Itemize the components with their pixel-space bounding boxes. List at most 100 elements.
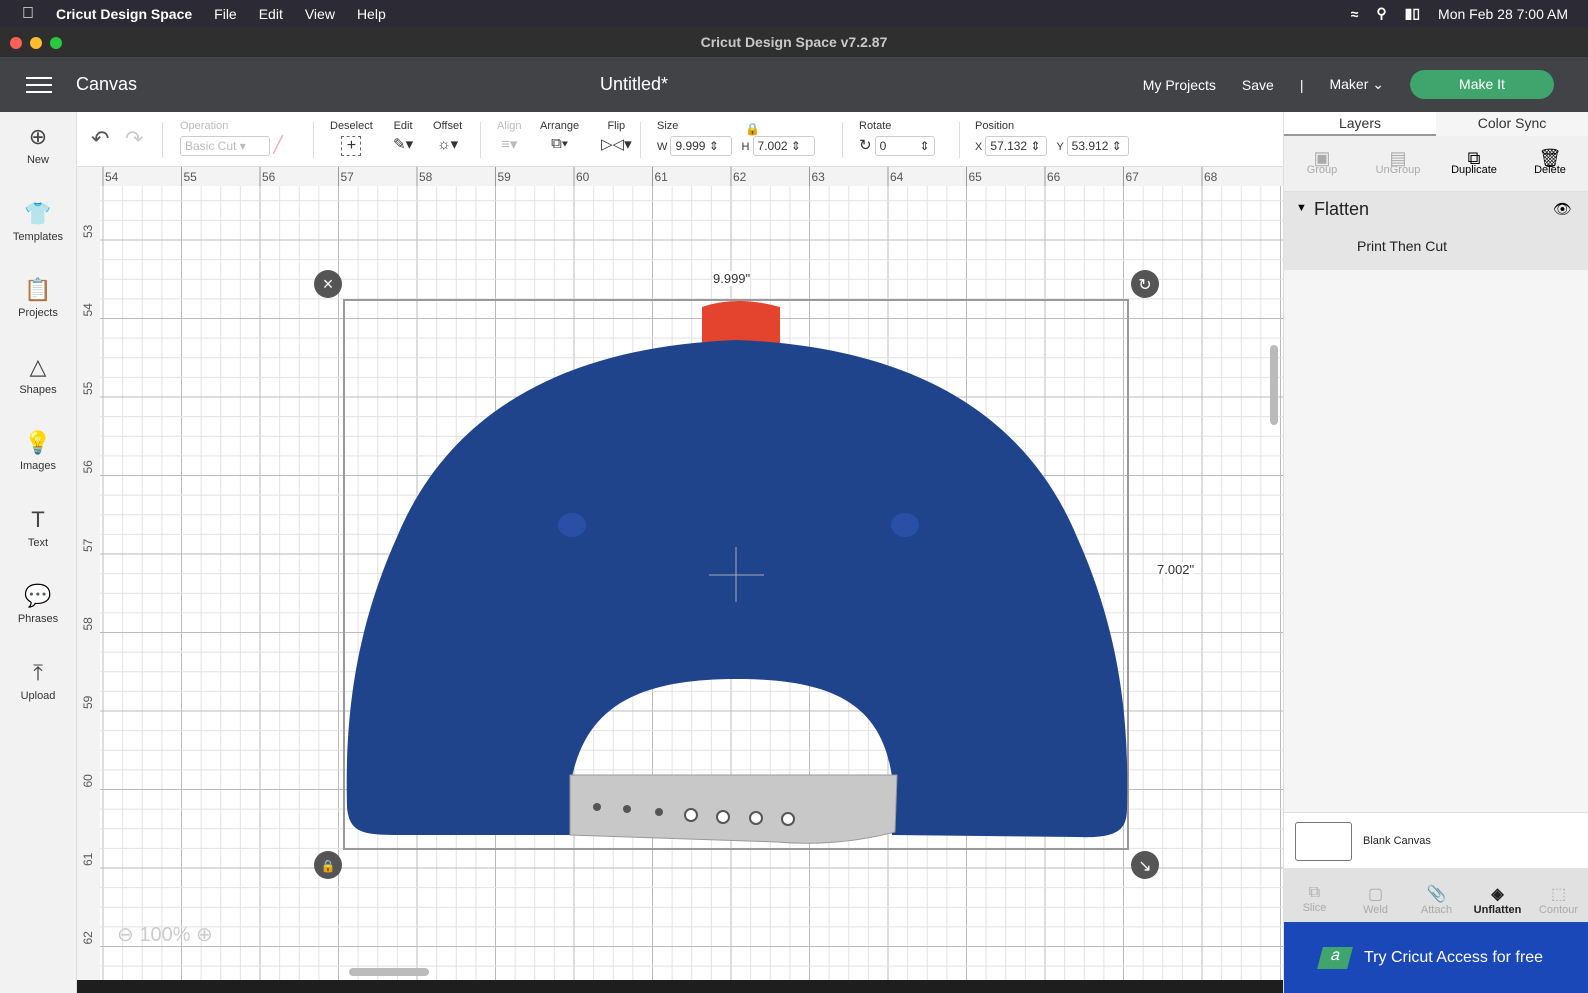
duplicate-button[interactable]: ⧉ Duplicate — [1436, 136, 1512, 191]
offset-label: Offset — [433, 120, 463, 132]
x-input[interactable]: 57.132 ⇕ — [985, 136, 1048, 156]
sidebar-item-label: Projects — [18, 307, 58, 319]
deselect-label: Deselect — [330, 120, 373, 132]
upload-icon: ⤒ — [33, 659, 43, 685]
deselect-button[interactable]: + — [341, 136, 362, 156]
make-it-button[interactable]: Make It — [1410, 70, 1554, 99]
delete-button[interactable]: 🗑 Delete — [1512, 136, 1588, 191]
sidebar-item-text[interactable]: T Text — [0, 495, 76, 572]
design-canvas[interactable]: 54 55 56 57 58 59 60 61 62 63 64 65 66 67 68 53 54 55 56 57… — [77, 167, 1283, 980]
offset-button[interactable]: ☼▾ — [433, 135, 462, 153]
sidebar-item-label: Shapes — [19, 383, 57, 396]
wifi-icon[interactable]: ≈ — [1351, 6, 1359, 22]
blank-canvas-row[interactable]: Blank Canvas — [1284, 812, 1588, 868]
search-icon[interactable]: ⚲ — [1376, 5, 1386, 22]
group-button[interactable]: ▣ Group — [1284, 136, 1360, 191]
projects-icon: 📋 — [24, 277, 52, 302]
lightbulb-icon: 💡 — [24, 430, 52, 455]
menu-edit[interactable]: Edit — [259, 6, 283, 22]
menu-help[interactable]: Help — [357, 6, 386, 22]
arrange-button[interactable]: ⧉▾ — [540, 135, 579, 152]
sidebar-item-projects[interactable]: 📋 Projects — [0, 265, 76, 342]
ungroup-icon: ▤ — [1389, 148, 1407, 168]
banner-text: Try Cricut Access for free — [1364, 948, 1543, 966]
app-menu[interactable]: Cricut Design Space — [56, 6, 192, 22]
lock-ratio-icon[interactable]: 🔒 — [745, 122, 760, 136]
app-header: Canvas Untitled* My Projects Save | Make… — [0, 57, 1588, 112]
slice-button[interactable]: ⧉ Slice — [1284, 868, 1345, 922]
sidebar-item-label: Templates — [12, 230, 64, 243]
cap-design[interactable]: × ↻ 🔒 ↘ — [77, 167, 1283, 980]
size-label: Size — [657, 120, 679, 132]
height-label: H — [741, 141, 750, 153]
text-icon: T — [31, 506, 45, 532]
section-title: Canvas — [76, 74, 138, 94]
hamburger-menu-icon[interactable] — [26, 72, 52, 98]
zoom-window-button[interactable] — [50, 37, 62, 49]
ungroup-button[interactable]: ▤ UnGroup — [1360, 136, 1436, 191]
tab-color-sync[interactable]: Color Sync — [1436, 112, 1588, 136]
width-label: W — [657, 141, 668, 153]
sidebar-item-upload[interactable]: ⤒ Upload — [0, 648, 76, 725]
width-input[interactable]: 9.999 ⇕ — [670, 136, 733, 156]
sidebar-item-new[interactable]: ⊕ New — [0, 112, 76, 189]
redo-icon[interactable]: ↷ — [125, 126, 143, 152]
minimize-window-button[interactable] — [30, 37, 42, 49]
battery-icon[interactable]: ▮▯ — [1405, 5, 1420, 22]
svg-text:🔒: 🔒 — [321, 859, 336, 873]
flip-label: Flip — [607, 120, 626, 132]
cricut-access-banner[interactable]: a Try Cricut Access for free — [1284, 922, 1588, 993]
shirt-icon: 👕 — [24, 200, 52, 226]
sidebar-item-images[interactable]: 💡 Images — [0, 418, 76, 495]
undo-icon[interactable]: ↶ — [91, 126, 109, 152]
tab-layers[interactable]: Layers — [1284, 112, 1436, 136]
y-label: Y — [1056, 141, 1064, 153]
plus-circle-icon: ⊕ — [28, 124, 48, 149]
align-label: Align — [497, 120, 522, 132]
collapse-caret-icon[interactable]: ▼ — [1296, 202, 1307, 214]
svg-text:↻: ↻ — [1138, 277, 1151, 294]
sidebar-item-templates[interactable]: 👕 Templates — [0, 189, 76, 266]
edit-label: Edit — [393, 120, 413, 132]
layer-group-flatten[interactable]: ▼ Flatten 👁 Print Then Cut — [1284, 192, 1588, 270]
close-window-button[interactable] — [10, 37, 22, 49]
trash-icon: 🗑 — [1538, 148, 1562, 168]
sidebar-item-shapes[interactable]: △ Shapes — [0, 342, 76, 419]
menu-view[interactable]: View — [305, 6, 335, 22]
save-button[interactable]: Save — [1242, 77, 1274, 93]
clock[interactable]: Mon Feb 28 7:00 AM — [1438, 6, 1568, 22]
eye-icon[interactable]: 👁 — [1553, 200, 1572, 218]
unflatten-button[interactable]: ◈ Unflatten — [1467, 868, 1528, 922]
height-dimension-label: 7.002" — [1157, 562, 1195, 577]
sidebar-item-phrases[interactable]: 💬 Phrases — [0, 571, 76, 648]
rotate-input[interactable]: 0 ⇕ — [874, 136, 935, 156]
sidebar-item-label: New — [26, 154, 49, 166]
apple-icon[interactable]:  — [22, 5, 34, 23]
layer-item[interactable]: Print Then Cut — [1357, 238, 1447, 254]
my-projects-link[interactable]: My Projects — [1143, 77, 1216, 93]
zoom-control[interactable]: ⊖ 100% ⊕ — [117, 922, 213, 947]
contour-button[interactable]: ⬚ Contour — [1528, 868, 1588, 922]
y-input[interactable]: 53.912 ⇕ — [1066, 136, 1129, 156]
cap-body — [346, 340, 1128, 838]
width-dimension-label: 9.999" — [713, 271, 751, 286]
edit-button[interactable]: ✎▾ — [393, 135, 413, 153]
zoom-level: 100% — [139, 924, 191, 946]
attach-button[interactable]: 📎 Attach — [1406, 868, 1467, 922]
vertical-scrollbar[interactable] — [1270, 345, 1278, 425]
speech-bubble-icon: 💬 — [24, 583, 52, 608]
weld-button[interactable]: ▢ Weld — [1345, 868, 1406, 922]
horizontal-scrollbar[interactable] — [349, 968, 429, 976]
svg-text:↘: ↘ — [1138, 858, 1151, 875]
menu-file[interactable]: File — [214, 6, 237, 22]
machine-select[interactable]: Maker ⌄ — [1329, 76, 1384, 93]
operation-select[interactable]: Basic Cut ▾ — [180, 136, 270, 156]
pen-color-icon[interactable]: ╱ — [273, 137, 283, 154]
rotate-icon: ↻ — [859, 137, 872, 154]
align-button[interactable]: ≡▾ — [497, 135, 521, 153]
flip-button[interactable]: ▷◁▾ — [601, 135, 632, 153]
cap-strap — [569, 774, 898, 844]
operation-label: Operation — [180, 120, 229, 132]
group-icon: ▣ — [1313, 148, 1331, 168]
height-input[interactable]: 7.002 ⇕ — [752, 136, 815, 156]
